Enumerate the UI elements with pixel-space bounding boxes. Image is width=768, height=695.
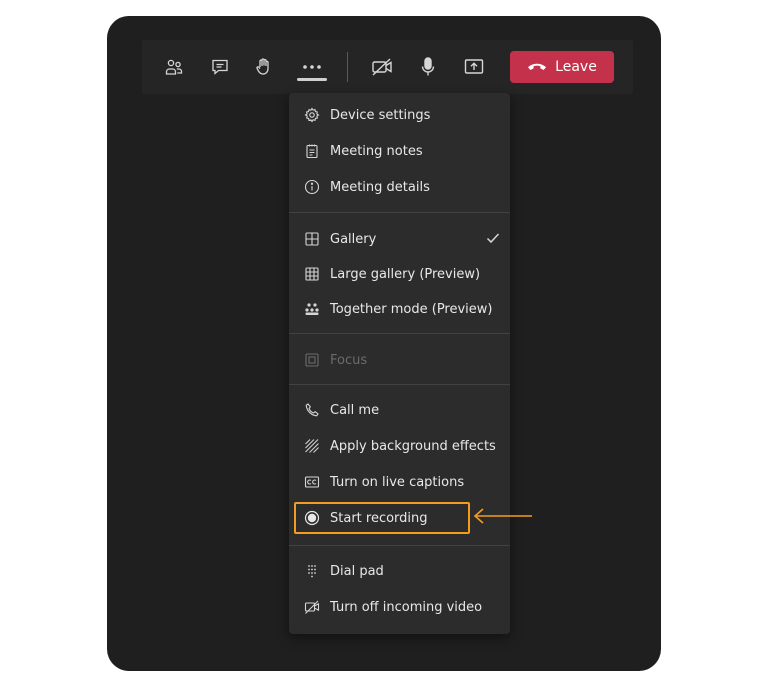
microphone-button[interactable]	[412, 40, 444, 94]
menu-item-focus: Focus	[289, 343, 510, 377]
chat-icon	[212, 59, 228, 75]
people-icon	[165, 59, 183, 75]
dialpad-icon	[303, 562, 321, 580]
video-off-icon	[303, 598, 321, 616]
menu-item-label: Start recording	[330, 510, 428, 526]
hang-up-icon	[528, 63, 547, 70]
focus-icon	[303, 351, 321, 369]
menu-item-device-settings[interactable]: Device settings	[289, 98, 510, 132]
menu-item-label: Dial pad	[330, 563, 384, 579]
menu-item-live-captions[interactable]: Turn on live captions	[289, 465, 510, 499]
raise-hand-button[interactable]	[248, 40, 280, 94]
notes-icon	[303, 142, 321, 160]
menu-item-label: Turn on live captions	[330, 474, 465, 490]
captions-icon	[303, 473, 321, 491]
menu-item-label: Focus	[330, 352, 368, 368]
menu-item-meeting-details[interactable]: Meeting details	[289, 170, 510, 204]
menu-separator	[289, 333, 510, 334]
pointer-arrow-icon	[473, 508, 532, 524]
menu-item-label: Apply background effects	[330, 438, 496, 454]
menu-item-label: Meeting details	[330, 179, 430, 195]
menu-item-label: Gallery	[330, 231, 377, 247]
more-actions-menu: Device settings Meeting notes Meeting de…	[289, 93, 510, 634]
chat-button[interactable]	[204, 40, 236, 94]
record-icon	[303, 509, 321, 527]
hand-icon	[256, 58, 269, 75]
menu-item-label: Call me	[330, 402, 380, 418]
together-mode-icon	[303, 300, 321, 318]
menu-item-dial-pad[interactable]: Dial pad	[289, 554, 510, 588]
gear-icon	[303, 106, 321, 124]
more-icon	[303, 65, 321, 69]
leave-button[interactable]: Leave	[510, 51, 614, 83]
menu-item-incoming-video[interactable]: Turn off incoming video	[289, 590, 510, 624]
info-icon	[303, 178, 321, 196]
menu-separator	[289, 384, 510, 385]
large-gallery-icon	[303, 265, 321, 283]
share-tray-icon	[464, 59, 484, 74]
menu-item-gallery[interactable]: Gallery	[289, 222, 510, 256]
menu-item-together-mode[interactable]: Together mode (Preview)	[289, 292, 510, 326]
active-indicator	[297, 78, 327, 81]
menu-separator	[289, 212, 510, 213]
camera-button[interactable]	[366, 40, 398, 94]
phone-icon	[303, 401, 321, 419]
mic-icon	[421, 57, 435, 76]
more-actions-button[interactable]	[296, 40, 328, 94]
menu-item-label: Device settings	[330, 107, 431, 123]
menu-item-label: Meeting notes	[330, 143, 423, 159]
menu-item-label: Together mode (Preview)	[330, 301, 493, 317]
menu-item-label: Large gallery (Preview)	[330, 266, 481, 282]
menu-item-call-me[interactable]: Call me	[289, 393, 510, 427]
checkmark-icon	[485, 230, 501, 250]
menu-item-large-gallery[interactable]: Large gallery (Preview)	[289, 257, 510, 291]
menu-item-background-effects[interactable]: Apply background effects	[289, 429, 510, 463]
gallery-icon	[303, 230, 321, 248]
participants-button[interactable]	[158, 40, 190, 94]
background-effects-icon	[303, 437, 321, 455]
toolbar-divider	[347, 52, 348, 82]
menu-separator	[289, 545, 510, 546]
share-button[interactable]	[458, 40, 490, 94]
camera-off-icon	[372, 58, 392, 76]
menu-item-label: Turn off incoming video	[330, 599, 483, 615]
leave-label: Leave	[555, 59, 597, 75]
menu-item-meeting-notes[interactable]: Meeting notes	[289, 134, 510, 168]
